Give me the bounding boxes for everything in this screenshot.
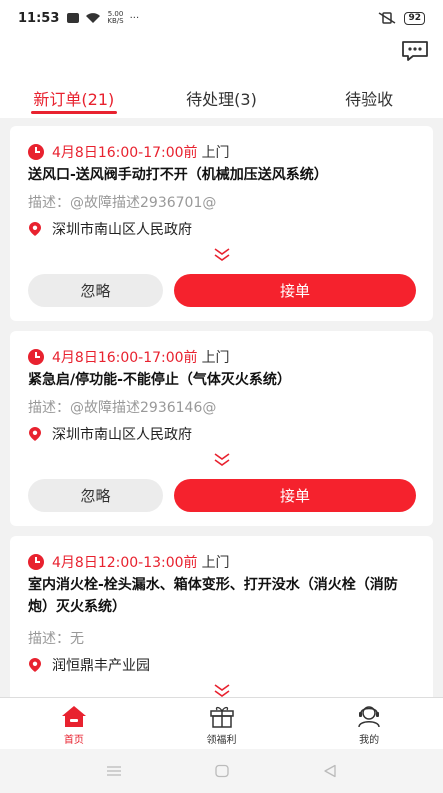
location-pin-icon xyxy=(29,427,41,441)
battery-icon: 92 xyxy=(404,11,425,25)
clock-icon xyxy=(28,554,44,570)
expand-chevron-icon[interactable] xyxy=(213,453,231,467)
order-time-row: 4月8日16:00-17:00前 上门 xyxy=(28,347,417,367)
notification-icon xyxy=(67,13,80,23)
message-icon[interactable] xyxy=(401,40,429,62)
order-title-row: 室内消火栓-栓头漏水、箱体变形、打开没水（消火栓（消防炮）灭火系统） xyxy=(28,574,417,618)
gift-icon xyxy=(209,706,234,728)
accept-order-button[interactable]: 接单 xyxy=(174,479,416,512)
menu-icon[interactable] xyxy=(106,764,122,778)
status-icons-left: 5.00 KB/S ··· xyxy=(67,11,139,25)
clock-icon xyxy=(28,144,44,160)
order-description: 描述：@故障描述2936701@ xyxy=(28,195,217,211)
order-time: 4月8日16:00-17:00前 xyxy=(52,145,198,161)
nav-home-label: 首页 xyxy=(63,735,84,746)
back-icon[interactable] xyxy=(322,764,338,778)
order-tabs: 新订单(21) 待处理(3) 待验收 xyxy=(0,76,443,118)
more-status-icon: ··· xyxy=(129,12,140,24)
nav-benefits[interactable]: 领福利 xyxy=(148,698,296,749)
order-title-row: 紧急启/停功能-不能停止（气体灭火系统） xyxy=(28,369,417,391)
order-card: 4月8日16:00-17:00前 上门 紧急启/停功能-不能停止（气体灭火系统）… xyxy=(10,331,433,526)
mute-vibrate-icon xyxy=(379,12,396,24)
order-address-row: 深圳市南山区人民政府 xyxy=(28,219,417,239)
order-time-row: 4月8日12:00-13:00前 上门 xyxy=(28,552,417,572)
order-time: 4月8日12:00-13:00前 xyxy=(52,555,198,571)
tab-to-accept[interactable]: 待验收 xyxy=(295,76,443,118)
expand-chevron-icon[interactable] xyxy=(213,684,231,697)
status-icons-right: 92 xyxy=(378,11,425,25)
order-time-suffix: 上门 xyxy=(201,555,230,571)
order-list[interactable]: 4月8日16:00-17:00前 上门 送风口-送风阀手动打不开（机械加压送风系… xyxy=(0,118,443,697)
order-time-suffix: 上门 xyxy=(201,350,230,366)
order-desc-row: 描述：无 xyxy=(28,628,417,648)
order-title: 送风口-送风阀手动打不开（机械加压送风系统） xyxy=(28,167,328,183)
order-description: 描述：@故障描述2936146@ xyxy=(28,400,217,416)
order-card: 4月8日16:00-17:00前 上门 送风口-送风阀手动打不开（机械加压送风系… xyxy=(10,126,433,321)
nav-profile-label: 我的 xyxy=(359,735,380,746)
order-description: 描述：无 xyxy=(28,631,84,647)
order-title: 室内消火栓-栓头漏水、箱体变形、打开没水（消火栓（消防炮）灭火系统） xyxy=(28,577,398,615)
nav-home[interactable]: 首页 xyxy=(0,698,148,749)
profile-icon xyxy=(358,706,380,728)
nav-benefits-label: 领福利 xyxy=(206,735,237,746)
tab-new-orders[interactable]: 新订单(21) xyxy=(0,76,148,118)
system-nav-bar xyxy=(0,749,443,793)
home-button-icon[interactable] xyxy=(214,764,230,778)
order-address: 润恒鼎丰产业园 xyxy=(52,658,150,674)
network-speed-unit: KB/S xyxy=(107,17,124,25)
location-pin-icon xyxy=(29,658,41,672)
status-bar: 11:53 5.00 KB/S ··· 92 xyxy=(0,0,443,36)
order-time-row: 4月8日16:00-17:00前 上门 xyxy=(28,142,417,162)
tab-pending[interactable]: 待处理(3) xyxy=(148,76,296,118)
clock-icon xyxy=(28,349,44,365)
wifi-icon xyxy=(86,13,101,23)
ignore-button[interactable]: 忽略 xyxy=(28,479,163,512)
order-desc-row: 描述：@故障描述2936146@ xyxy=(28,397,417,417)
order-title: 紧急启/停功能-不能停止（气体灭火系统） xyxy=(28,372,291,388)
order-card: 4月8日12:00-13:00前 上门 室内消火栓-栓头漏水、箱体变形、打开没水… xyxy=(10,536,433,697)
top-bar xyxy=(0,36,443,76)
network-speed: 5.00 KB/S xyxy=(107,11,123,25)
location-pin-icon xyxy=(29,222,41,236)
status-time: 11:53 xyxy=(18,10,60,26)
expand-chevron-icon[interactable] xyxy=(213,248,231,262)
home-icon xyxy=(61,706,86,727)
nav-profile[interactable]: 我的 xyxy=(295,698,443,749)
order-address: 深圳市南山区人民政府 xyxy=(52,427,192,443)
order-address: 深圳市南山区人民政府 xyxy=(52,222,192,238)
order-time-suffix: 上门 xyxy=(201,145,230,161)
accept-order-button[interactable]: 接单 xyxy=(174,274,416,307)
order-title-row: 送风口-送风阀手动打不开（机械加压送风系统） xyxy=(28,164,417,186)
order-desc-row: 描述：@故障描述2936701@ xyxy=(28,192,417,212)
bottom-nav: 首页 领福利 我的 xyxy=(0,697,443,749)
order-address-row: 深圳市南山区人民政府 xyxy=(28,424,417,444)
order-address-row: 润恒鼎丰产业园 xyxy=(28,655,417,675)
order-time: 4月8日16:00-17:00前 xyxy=(52,350,198,366)
ignore-button[interactable]: 忽略 xyxy=(28,274,163,307)
